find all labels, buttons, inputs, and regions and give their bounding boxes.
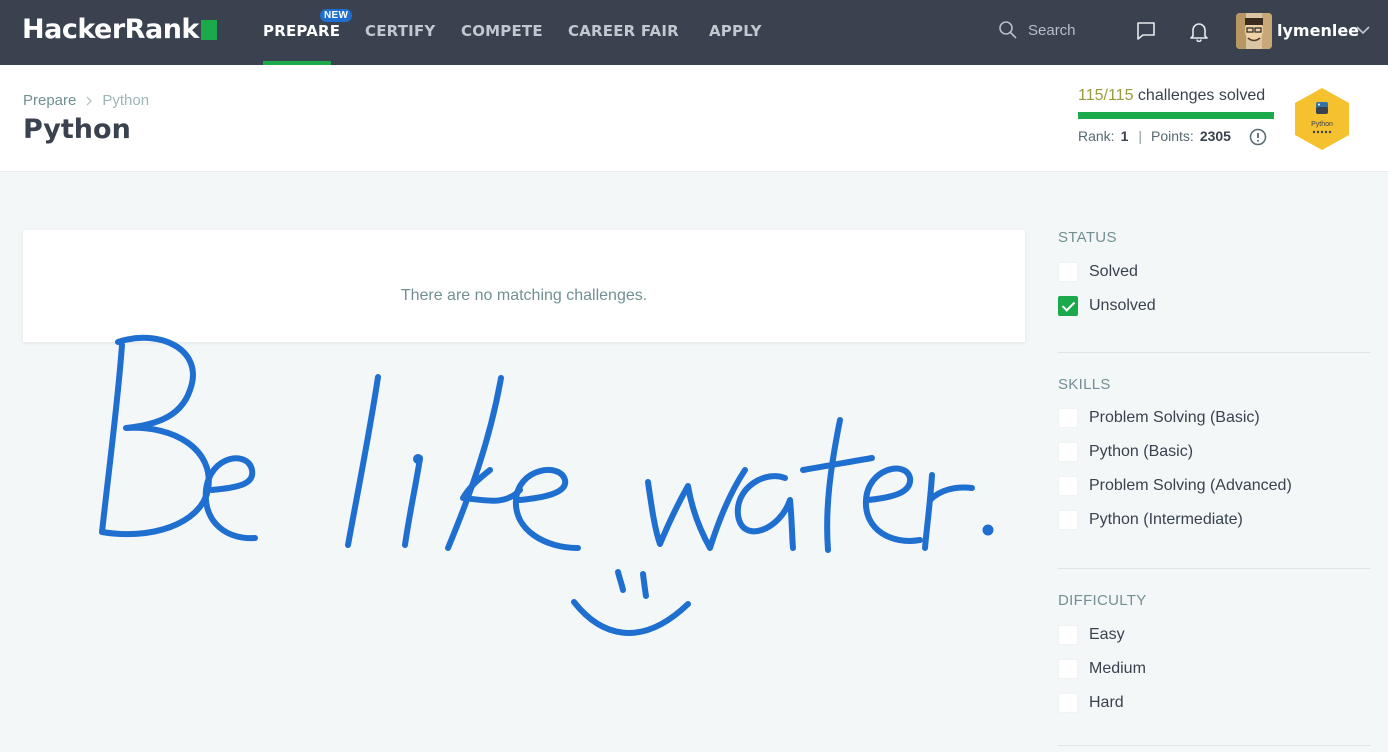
solved-suffix: challenges solved: [1133, 87, 1266, 104]
challenges-solved-text: 115/115 challenges solved: [1078, 87, 1265, 105]
nav-apply[interactable]: APPLY: [709, 22, 762, 40]
filter-easy[interactable]: Easy: [1058, 618, 1371, 652]
points-label: Points:: [1151, 128, 1194, 144]
filter-sidebar: STATUS Solved Unsolved: [1058, 229, 1371, 323]
username[interactable]: lymenlee: [1277, 21, 1359, 40]
chevron-right-icon: [86, 96, 93, 105]
skills-heading: SKILLS: [1058, 376, 1111, 393]
rank-points: Rank: 1 | Points: 2305: [1078, 128, 1231, 144]
difficulty-heading: DIFFICULTY: [1058, 592, 1147, 609]
filter-label: Unsolved: [1089, 297, 1156, 314]
badge-label: Python: [1311, 121, 1333, 128]
hackerrank-logo[interactable]: HackerRank: [22, 14, 217, 45]
filter-label: Problem Solving (Advanced): [1089, 477, 1292, 494]
info-icon[interactable]: [1249, 128, 1267, 146]
nav-certify[interactable]: CERTIFY: [365, 22, 435, 40]
filter-divider: [1058, 568, 1371, 569]
filter-solved[interactable]: Solved: [1058, 255, 1371, 289]
avatar[interactable]: [1236, 13, 1272, 49]
checkbox[interactable]: [1058, 659, 1078, 679]
filter-label: Python (Basic): [1089, 443, 1194, 460]
filter-label: Easy: [1089, 626, 1125, 643]
progress-bar: [1078, 112, 1274, 119]
filter-divider: [1058, 352, 1371, 353]
filter-label: Hard: [1089, 694, 1124, 711]
status-heading: STATUS: [1058, 229, 1117, 246]
points-value: 2305: [1199, 128, 1231, 144]
logo-text: HackerRank: [22, 14, 199, 45]
rank-value: 1: [1120, 128, 1129, 144]
nav-compete[interactable]: COMPETE: [461, 22, 543, 40]
breadcrumb-prepare[interactable]: Prepare: [23, 92, 76, 109]
checkbox[interactable]: [1058, 476, 1078, 496]
python-badge-icon[interactable]: Python: [1292, 86, 1352, 152]
solved-count: 115/115: [1078, 87, 1134, 104]
search-box[interactable]: Search: [998, 20, 1118, 40]
top-navbar: HackerRank PREPARE NEW CERTIFY COMPETE C…: [0, 0, 1388, 65]
challenges-list: There are no matching challenges.: [23, 230, 1025, 342]
filter-label: Solved: [1089, 263, 1138, 280]
notifications-bell-icon[interactable]: [1188, 20, 1210, 42]
logo-block-icon: [200, 19, 217, 40]
empty-state-message: There are no matching challenges.: [400, 287, 648, 304]
page-title: Python: [23, 114, 131, 145]
difficulty-filter: DIFFICULTY Easy Medium Hard: [1058, 592, 1371, 720]
breadcrumb: Prepare Python: [23, 92, 149, 109]
chevron-down-icon[interactable]: [1355, 24, 1371, 36]
search-input[interactable]: Search: [1028, 22, 1118, 39]
rank-separator: |: [1138, 128, 1143, 144]
search-icon: [999, 21, 1017, 39]
filter-label: Python (Intermediate): [1089, 511, 1243, 528]
checkbox-checked[interactable]: [1058, 296, 1078, 316]
messages-icon[interactable]: [1135, 20, 1157, 42]
skills-filter: SKILLS Problem Solving (Basic) Python (B…: [1058, 376, 1371, 537]
filter-label: Medium: [1089, 660, 1146, 677]
progress-bar-fill: [1078, 112, 1274, 119]
nav-prepare[interactable]: PREPARE: [263, 22, 340, 40]
filter-python-basic[interactable]: Python (Basic): [1058, 435, 1371, 469]
filter-medium[interactable]: Medium: [1058, 652, 1371, 686]
breadcrumb-python: Python: [102, 92, 150, 109]
nav-career-fair[interactable]: CAREER FAIR: [568, 22, 679, 40]
checkbox[interactable]: [1058, 510, 1078, 530]
new-badge: NEW: [320, 9, 353, 22]
filter-problem-solving-advanced[interactable]: Problem Solving (Advanced): [1058, 469, 1371, 503]
filter-label: Problem Solving (Basic): [1089, 409, 1260, 426]
filter-hard[interactable]: Hard: [1058, 686, 1371, 720]
filter-unsolved[interactable]: Unsolved: [1058, 289, 1371, 323]
filter-problem-solving-basic[interactable]: Problem Solving (Basic): [1058, 401, 1371, 435]
checkbox[interactable]: [1058, 693, 1078, 713]
status-filter: STATUS Solved Unsolved: [1058, 229, 1371, 323]
checkbox[interactable]: [1058, 408, 1078, 428]
checkbox[interactable]: [1058, 262, 1078, 282]
filter-divider: [1058, 745, 1371, 746]
checkbox[interactable]: [1058, 442, 1078, 462]
checkbox[interactable]: [1058, 625, 1078, 645]
filter-python-intermediate[interactable]: Python (Intermediate): [1058, 503, 1371, 537]
page-header: Prepare Python Python 115/115 challenges…: [0, 65, 1388, 172]
rank-label: Rank:: [1078, 128, 1115, 144]
avatar-image: [1236, 13, 1272, 49]
